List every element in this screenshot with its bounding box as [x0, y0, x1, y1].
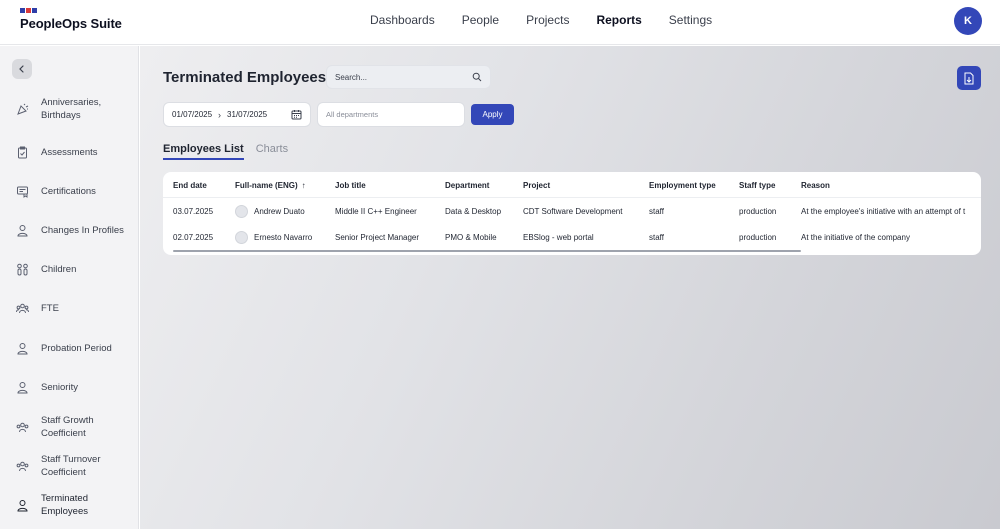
top-bar: PeopleOps Suite Dashboards People Projec… [0, 0, 1000, 45]
sidebar-item-label: Children [41, 264, 77, 275]
date-to: 31/07/2025 [227, 110, 268, 119]
tab-charts[interactable]: Charts [256, 143, 288, 160]
column-header-full-name[interactable]: Full-name (ENG) ↑ [235, 172, 306, 198]
column-header-department[interactable]: Department [445, 172, 489, 198]
sidebar-item-staff-turnover-coefficient[interactable]: Staff Turnover Coefficient [16, 453, 139, 479]
sidebar-item-label: Assessments [41, 147, 98, 158]
column-header-label: Full-name (ENG) [235, 180, 298, 190]
cell-reason: At the initiative of the company [801, 232, 910, 242]
user-icon [16, 381, 29, 394]
team-icon [16, 460, 29, 473]
collapse-sidebar-button[interactable] [12, 59, 32, 79]
sidebar-item-label: Seniority [41, 382, 78, 393]
apply-button[interactable]: Apply [471, 104, 514, 125]
chevron-right-icon: › [218, 109, 222, 120]
sidebar-item-label: Certifications [41, 186, 96, 197]
cell-staff-type: production [739, 206, 777, 216]
sidebar-item-staff-growth-coefficient[interactable]: Staff Growth Coefficient [16, 414, 139, 440]
export-button[interactable] [957, 66, 981, 90]
user-icon [16, 499, 29, 512]
search-icon[interactable] [472, 72, 482, 82]
sidebar-item-seniority[interactable]: Seniority [16, 381, 139, 394]
column-header-end-date[interactable]: End date [173, 172, 207, 198]
horizontal-scrollbar[interactable] [173, 250, 801, 252]
date-from: 01/07/2025 [172, 110, 213, 119]
main-content: Terminated Employees 01/07/2025 › 31/07/… [140, 46, 1000, 529]
sidebar-item-children[interactable]: Children [16, 263, 139, 276]
cell-end-date: 03.07.2025 [173, 206, 214, 216]
avatar [235, 204, 248, 218]
nav-people[interactable]: People [462, 13, 499, 27]
certificate-icon [16, 185, 29, 198]
cell-employment-type: staff [649, 206, 664, 216]
cell-project: EBSlog - web portal [523, 232, 594, 242]
cell-department: Data & Desktop [445, 206, 502, 216]
party-icon [16, 103, 29, 116]
sidebar-item-anniversaries[interactable]: Anniversaries, Birthdays [16, 96, 139, 122]
tab-employees-list[interactable]: Employees List [163, 143, 244, 160]
employee-name: Andrew Duato [254, 206, 305, 216]
sidebar-item-label: Staff Turnover Coefficient [41, 454, 101, 478]
cell-job-title: Middle II C++ Engineer [335, 206, 417, 216]
sidebar-item-label: Changes In Profiles [41, 225, 124, 236]
sidebar-item-changes-in-profiles[interactable]: Changes In Profiles [16, 224, 139, 237]
user-icon [16, 342, 29, 355]
cell-reason: At the employee's initiative with an att… [801, 206, 966, 216]
cell-staff-type: production [739, 232, 777, 242]
clipboard-check-icon [16, 146, 29, 159]
cell-employment-type: staff [649, 232, 664, 242]
team-icon [16, 421, 29, 434]
table-header: End date Full-name (ENG) ↑ Job title Depa… [163, 172, 981, 198]
sidebar-item-assessments[interactable]: Assessments [16, 146, 139, 159]
main-nav: Dashboards People Projects Reports Setti… [370, 13, 712, 27]
sidebar-item-probation-period[interactable]: Probation Period [16, 342, 139, 355]
view-tabs: Employees List Charts [163, 143, 288, 160]
cell-job-title: Senior Project Manager [335, 232, 420, 242]
column-header-reason[interactable]: Reason [801, 172, 830, 198]
cell-full-name[interactable]: Andrew Duato [235, 198, 305, 224]
brand-flag-icon [20, 8, 122, 13]
user-avatar[interactable]: K [954, 7, 982, 35]
sidebar-item-certifications[interactable]: Certifications [16, 185, 139, 198]
nav-settings[interactable]: Settings [669, 13, 712, 27]
column-header-employment-type[interactable]: Employment type [649, 172, 716, 198]
column-header-staff-type[interactable]: Staff type [739, 172, 775, 198]
export-file-icon [964, 72, 974, 84]
team-icon [16, 302, 29, 315]
brand-logo[interactable]: PeopleOps Suite [20, 8, 122, 31]
column-header-project[interactable]: Project [523, 172, 550, 198]
nav-dashboards[interactable]: Dashboards [370, 13, 435, 27]
sidebar-item-fte[interactable]: FTE [16, 302, 139, 315]
department-select[interactable]: All departments [317, 102, 465, 127]
search-input[interactable] [335, 72, 465, 82]
nav-projects[interactable]: Projects [526, 13, 569, 27]
table-row[interactable]: 03.07.2025 Andrew Duato Middle II C++ En… [163, 198, 981, 224]
user-icon [16, 224, 29, 237]
page-title: Terminated Employees [163, 69, 327, 86]
date-range-picker[interactable]: 01/07/2025 › 31/07/2025 [163, 102, 311, 127]
sidebar-item-terminated-employees[interactable]: Terminated Employees [16, 492, 139, 518]
cell-end-date: 02.07.2025 [173, 232, 214, 242]
cell-department: PMO & Mobile [445, 232, 497, 242]
sort-ascending-icon: ↑ [301, 180, 306, 190]
sidebar-item-label: Staff Growth Coefficient [41, 415, 94, 439]
sidebar-item-label: FTE [41, 303, 59, 314]
employees-table: End date Full-name (ENG) ↑ Job title Depa… [163, 172, 981, 255]
column-header-job-title[interactable]: Job title [335, 172, 366, 198]
nav-reports[interactable]: Reports [596, 13, 641, 27]
sidebar-item-label: Probation Period [41, 343, 112, 354]
table-row[interactable]: 02.07.2025 Ernesto Navarro Senior Projec… [163, 224, 981, 250]
calendar-icon[interactable] [291, 109, 302, 120]
cell-full-name[interactable]: Ernesto Navarro [235, 224, 312, 250]
cell-project: CDT Software Development [523, 206, 623, 216]
sidebar: Anniversaries, Birthdays Assessments Cer… [0, 46, 139, 529]
chevron-left-icon [19, 65, 24, 73]
brand-name: PeopleOps Suite [20, 16, 122, 31]
search-field[interactable] [326, 65, 491, 89]
sidebar-item-label: Anniversaries, Birthdays [41, 97, 102, 121]
avatar [235, 230, 248, 244]
employee-name: Ernesto Navarro [254, 232, 313, 242]
sidebar-item-label: Terminated Employees [41, 493, 88, 517]
children-icon [16, 263, 29, 276]
